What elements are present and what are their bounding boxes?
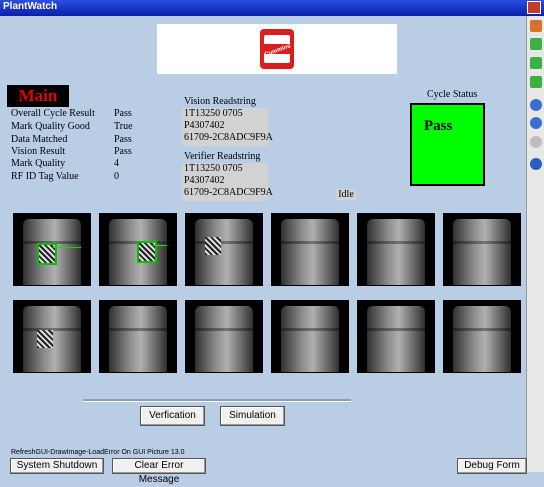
value-vision-result: Pass (114, 146, 132, 157)
cycle-status-indicator: Pass (410, 103, 485, 186)
status-message: RefreshGUI-DrawImage-LoadError On GUI Pi… (11, 449, 185, 456)
vision-readstring-box: 1T13250 0705 P4307402 61709-2C8ADC9F9A (182, 108, 273, 146)
separator (83, 399, 351, 402)
camera-icon[interactable] (530, 20, 542, 32)
brand-logo-panel: Cummins (157, 24, 397, 74)
camera-image-5[interactable] (357, 213, 435, 286)
window-title: PlantWatch (3, 1, 58, 12)
camera-image-8[interactable] (99, 300, 177, 373)
verification-button[interactable]: Verfication (140, 406, 205, 426)
vision-line-1: 1T13250 0705 (184, 108, 243, 119)
stop-icon[interactable] (530, 136, 542, 148)
verifier-line-1: 1T13250 0705 (184, 163, 243, 174)
value-mark-quality: 4 (114, 158, 119, 169)
value-rf-id-tag-value: 0 (114, 171, 119, 182)
clock-icon[interactable] (530, 117, 542, 129)
cycle-status-value: Pass (424, 118, 453, 134)
camera-image-1[interactable] (13, 213, 91, 286)
camera-image-7[interactable] (13, 300, 91, 373)
label-data-matched: Data Matched (11, 134, 68, 145)
cycle-status-heading: Cycle Status (427, 89, 478, 100)
verifier-readstring-box: 1T13250 0705 P4307402 61709-2C8ADC9F9A (182, 163, 273, 201)
value-overall-cycle-result: Pass (114, 108, 132, 119)
camera-image-11[interactable] (357, 300, 435, 373)
label-vision-result: Vision Result (11, 146, 66, 157)
camera-image-12[interactable] (443, 300, 521, 373)
vision-line-2: P4307402 (184, 120, 225, 131)
microphone-icon[interactable] (530, 38, 542, 50)
label-mark-quality: Mark Quality (11, 158, 66, 169)
label-mark-quality-good: Mark Quality Good (11, 121, 90, 132)
title-bar: PlantWatch (0, 0, 544, 16)
video-icon[interactable] (530, 57, 542, 69)
camera-image-6[interactable] (443, 213, 521, 286)
value-mark-quality-good: True (114, 121, 133, 132)
camera-image-3[interactable] (185, 213, 263, 286)
camera-image-10[interactable] (271, 300, 349, 373)
compass-icon[interactable] (530, 158, 542, 170)
main-title: Main (7, 85, 69, 107)
side-toolbar (526, 16, 544, 472)
pause-icon[interactable] (530, 99, 542, 111)
idle-status: Idle (336, 189, 356, 200)
label-rf-id-tag-value: RF ID Tag Value (11, 171, 79, 182)
vision-readstring-heading: Vision Readstring (184, 96, 256, 107)
label-overall-cycle-result: Overall Cycle Result (11, 108, 95, 119)
verifier-line-2: P4307402 (184, 175, 225, 186)
chat-icon[interactable] (530, 76, 542, 88)
cummins-logo: Cummins (260, 29, 294, 69)
simulation-button[interactable]: Simulation (220, 406, 285, 426)
camera-image-9[interactable] (185, 300, 263, 373)
vision-line-3: 61709-2C8ADC9F9A (184, 132, 273, 143)
verifier-readstring-heading: Verifier Readstring (184, 151, 261, 162)
value-data-matched: Pass (114, 134, 132, 145)
close-button[interactable] (527, 1, 541, 14)
camera-image-2[interactable] (99, 213, 177, 286)
camera-image-4[interactable] (271, 213, 349, 286)
verifier-line-3: 61709-2C8ADC9F9A (184, 187, 273, 198)
